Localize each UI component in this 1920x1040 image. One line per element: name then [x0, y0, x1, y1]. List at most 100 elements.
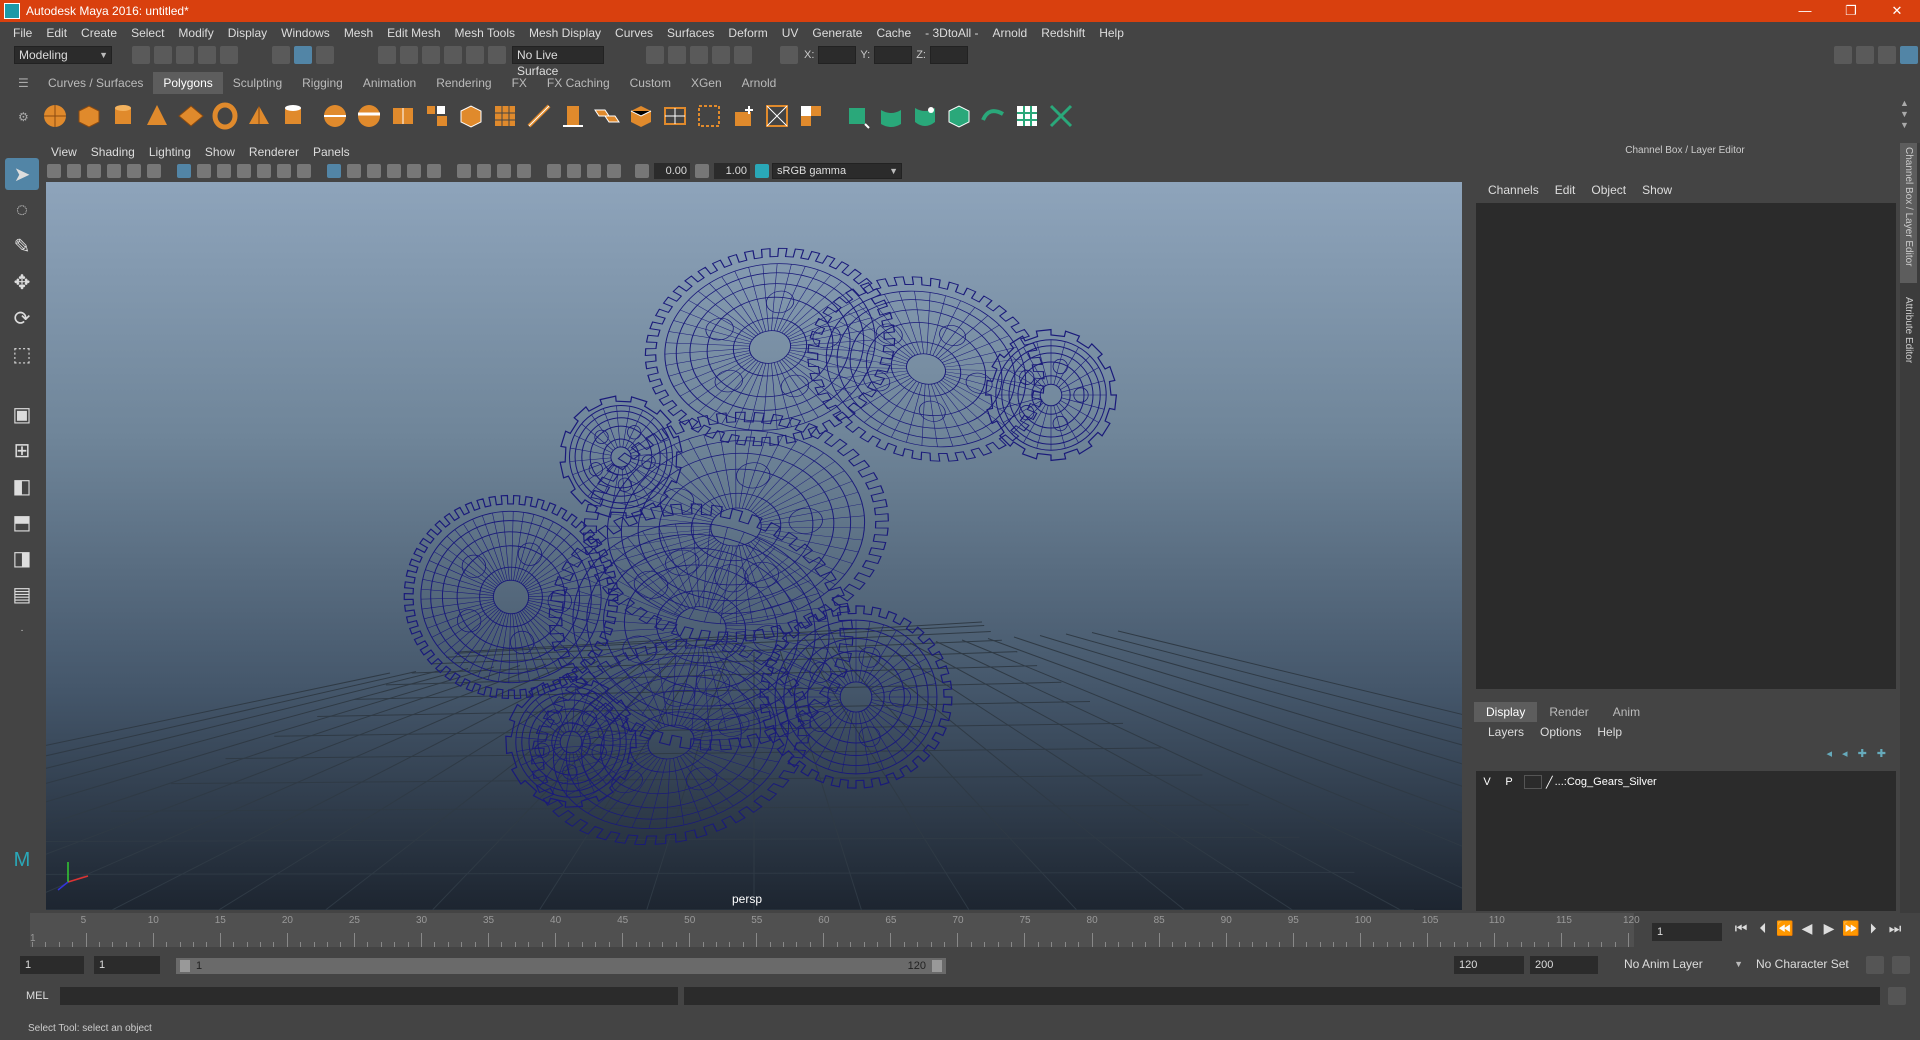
poly-pyramid-icon[interactable] [245, 102, 273, 130]
poly-cone-icon[interactable] [143, 102, 171, 130]
shelf-menu-icon[interactable]: ☰ [18, 76, 32, 90]
single-perspective-layout-icon[interactable]: ▣ [5, 398, 39, 430]
script-editor-icon[interactable] [1888, 987, 1906, 1005]
lasso-tool-icon[interactable]: ◌ [5, 194, 39, 226]
poly-plane-icon[interactable] [177, 102, 205, 130]
cog-gears-mesh[interactable] [396, 229, 1118, 874]
xray-components-icon[interactable] [607, 164, 621, 178]
select-tool-icon[interactable]: ➤ [5, 158, 39, 190]
side-tab-attribute-editor[interactable]: Attribute Editor [1900, 293, 1917, 389]
menu-curves[interactable]: Curves [608, 26, 660, 40]
transform-mode-icon[interactable] [780, 46, 798, 64]
depth-of-field-icon[interactable] [517, 164, 531, 178]
grease-pencil-icon[interactable] [147, 164, 161, 178]
time-slider-track[interactable]: 1 5 10 15 20 25 30 35 40 45 50 55 60 65 70 75 80 85 90 95 1… [30, 913, 1640, 947]
channel-box-toggle-icon[interactable] [1900, 46, 1918, 64]
snap-curve-icon[interactable] [400, 46, 418, 64]
layer-menu-options[interactable]: Options [1532, 725, 1589, 739]
field-chart-icon[interactable] [257, 164, 271, 178]
poly-torus-icon[interactable] [211, 102, 239, 130]
menu-uv[interactable]: UV [775, 26, 806, 40]
tool-settings-icon[interactable] [1878, 46, 1896, 64]
y-field[interactable] [874, 46, 913, 64]
xray-joints-icon[interactable] [587, 164, 601, 178]
viewport-menu-view[interactable]: View [44, 145, 84, 159]
shelf-tab-polygons[interactable]: Polygons [153, 72, 223, 94]
safe-action-icon[interactable] [277, 164, 291, 178]
menu-mesh-display[interactable]: Mesh Display [522, 26, 608, 40]
bookmark-icon[interactable] [87, 164, 101, 178]
render-frame-icon[interactable] [668, 46, 686, 64]
four-view-layout-icon[interactable]: ⊞ [5, 434, 39, 466]
save-scene-icon[interactable] [176, 46, 194, 64]
snap-point-icon[interactable] [422, 46, 440, 64]
ambient-occlusion-icon[interactable] [457, 164, 471, 178]
layer-menu-help[interactable]: Help [1589, 725, 1630, 739]
menu-edit-mesh[interactable]: Edit Mesh [380, 26, 447, 40]
append-polygon-icon[interactable] [661, 102, 689, 130]
smooth-shade-icon[interactable] [347, 164, 361, 178]
poly-cylinder-icon[interactable] [109, 102, 137, 130]
menu-generate[interactable]: Generate [805, 26, 869, 40]
grid-icon[interactable] [177, 164, 191, 178]
mode-selector[interactable]: Modeling ▼ [14, 46, 112, 64]
view-transform-selector[interactable]: sRGB gamma ▼ [772, 163, 902, 179]
hypershade-icon[interactable] [734, 46, 752, 64]
layer-tab-anim[interactable]: Anim [1601, 702, 1652, 722]
custom-layout-icon[interactable]: · [5, 614, 39, 646]
menu-edit[interactable]: Edit [39, 26, 74, 40]
quad-draw-icon[interactable] [763, 102, 791, 130]
boolean-icon[interactable] [491, 102, 519, 130]
menu-3dtoall[interactable]: - 3DtoAll - [918, 26, 985, 40]
two-d-pan-icon[interactable] [127, 164, 141, 178]
command-input[interactable] [60, 987, 678, 1005]
step-back-key-icon[interactable]: ⏪ [1774, 920, 1796, 937]
move-tool-icon[interactable]: ✥ [5, 266, 39, 298]
hypershade-layout-icon[interactable]: ◨ [5, 542, 39, 574]
snap-surface-icon[interactable] [466, 46, 484, 64]
combine-icon[interactable] [321, 102, 349, 130]
character-set-selector[interactable]: No Character Set [1752, 956, 1882, 974]
viewport-menu-panels[interactable]: Panels [306, 145, 357, 159]
render-settings-icon[interactable] [712, 46, 730, 64]
channel-box-menu-show[interactable]: Show [1634, 183, 1680, 197]
camera-select-icon[interactable] [47, 164, 61, 178]
layer-visibility-toggle[interactable]: V [1476, 776, 1498, 788]
render-view-icon[interactable] [646, 46, 664, 64]
shelf-tab-rendering[interactable]: Rendering [426, 72, 501, 94]
rotate-tool-icon[interactable]: ⟳ [5, 302, 39, 334]
merge-icon[interactable] [797, 102, 825, 130]
separate-icon[interactable] [355, 102, 383, 130]
shadows-icon[interactable] [427, 164, 441, 178]
time-slider[interactable]: 1 5 10 15 20 25 30 35 40 45 50 55 60 65 70 75 80 85 90 95 1… [22, 913, 1640, 947]
layer-tab-render[interactable]: Render [1537, 702, 1600, 722]
spherical-uv-icon[interactable] [911, 102, 939, 130]
shelf-tab-custom[interactable]: Custom [620, 72, 681, 94]
smooth-icon[interactable] [389, 102, 417, 130]
step-forward-frame-icon[interactable]: ⏵ [1862, 920, 1884, 937]
layer-tab-display[interactable]: Display [1474, 702, 1538, 722]
menu-cache[interactable]: Cache [869, 26, 918, 40]
side-tab-channel-box[interactable]: Channel Box / Layer Editor [1900, 143, 1917, 283]
current-frame-field[interactable]: 1 [1652, 923, 1722, 941]
shelf-scroll-icon[interactable]: ▲ ▼ ▼ [1900, 98, 1909, 131]
z-field[interactable] [929, 46, 968, 64]
multicut-icon[interactable] [525, 102, 553, 130]
poly-cube-icon[interactable] [75, 102, 103, 130]
shelf-tab-animation[interactable]: Animation [353, 72, 426, 94]
resolution-gate-icon[interactable] [217, 164, 231, 178]
live-surface-field[interactable]: No Live Surface [512, 46, 604, 78]
scene-start-field[interactable]: 1 [20, 956, 84, 974]
ipr-render-icon[interactable] [690, 46, 708, 64]
extrude-icon[interactable] [559, 102, 587, 130]
layer-name[interactable]: ...:Cog_Gears_Silver [1555, 776, 1657, 788]
shelf-tab-fx-caching[interactable]: FX Caching [537, 72, 620, 94]
menu-display[interactable]: Display [221, 26, 274, 40]
go-to-start-icon[interactable]: ⏮ [1730, 920, 1752, 937]
camera-attributes-icon[interactable] [67, 164, 81, 178]
shelf-settings-icon[interactable]: ⚙ [18, 110, 32, 124]
select-hierarchy-icon[interactable] [272, 46, 290, 64]
shelf-tab-fx[interactable]: FX [502, 72, 537, 94]
snap-view-icon[interactable] [444, 46, 462, 64]
step-back-frame-icon[interactable]: ⏴ [1752, 920, 1774, 937]
